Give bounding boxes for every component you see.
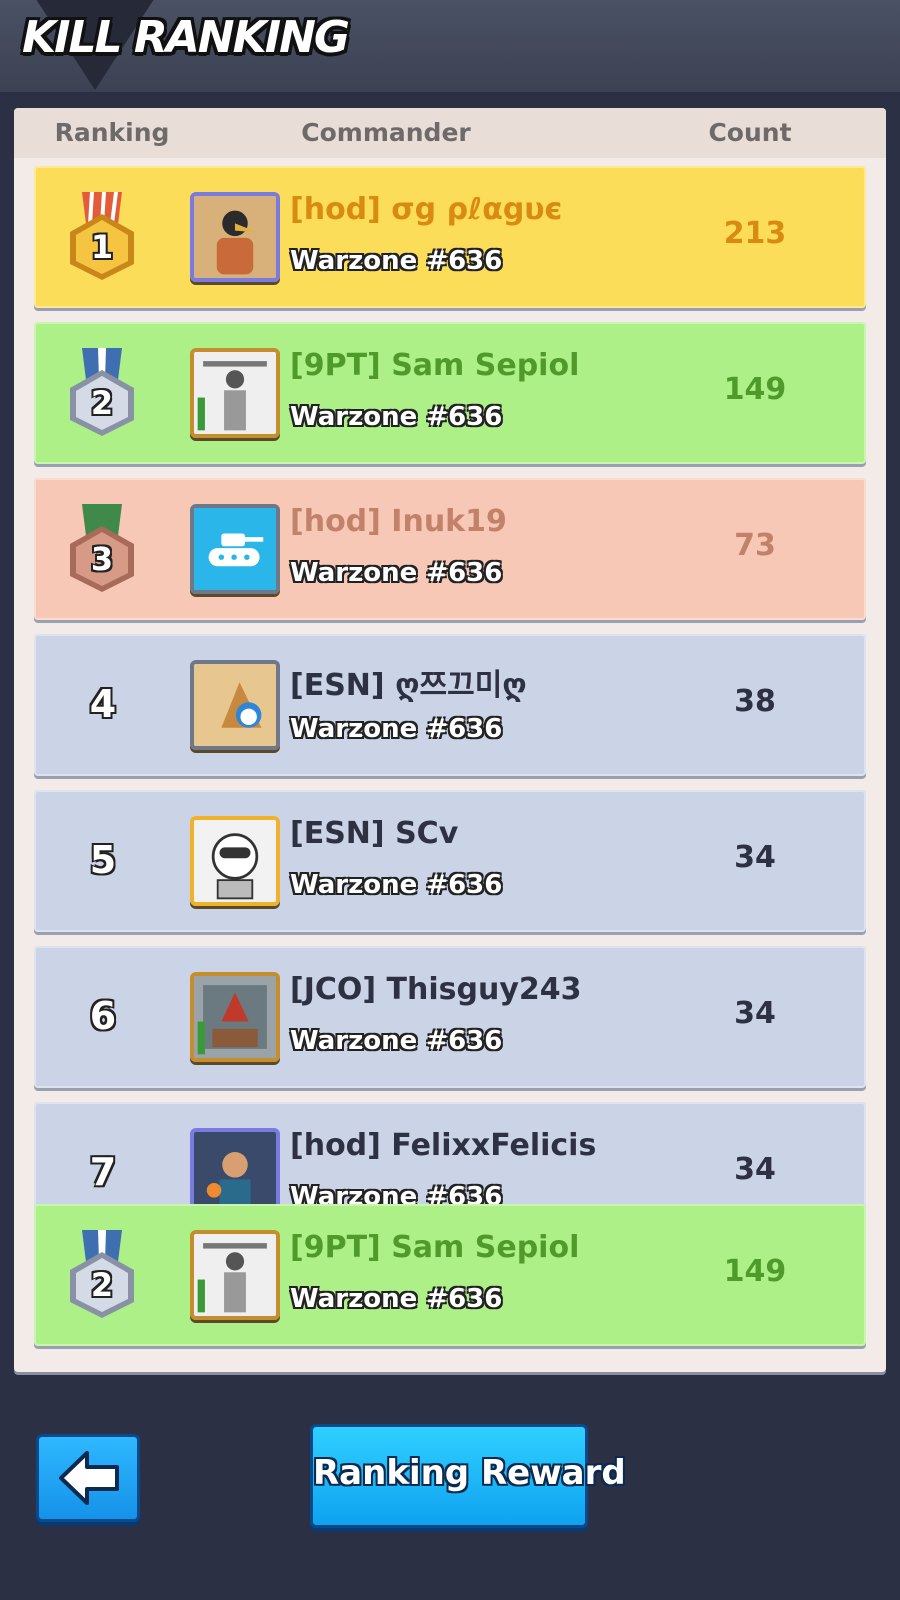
rank-number: 2 — [90, 384, 114, 422]
commander-warzone: Warzone #636 — [290, 1284, 503, 1314]
commander-warzone: Warzone #636 — [290, 714, 503, 744]
kill-count: 73 — [734, 528, 776, 563]
commander-name: [9PT] Sam Sepiol — [290, 348, 580, 383]
column-commander: Commander — [301, 118, 471, 147]
kill-count: 213 — [723, 216, 787, 251]
commander-warzone: Warzone #636 — [290, 1026, 503, 1056]
header-bar: KILL RANKING — [0, 0, 900, 92]
rank-number: 3 — [90, 540, 114, 578]
samurai-avatar-icon[interactable] — [190, 348, 280, 438]
back-button[interactable] — [36, 1434, 140, 1522]
commander-name: [9PT] Sam Sepiol — [290, 1230, 580, 1265]
kill-count: 149 — [723, 1254, 787, 1289]
my-ranking-row[interactable]: 2 [9PT] Sam Sepiol Warzone #636 149 — [34, 1204, 866, 1346]
ranking-row-1[interactable]: 1 [hod] σg ρℓαgυє Warzone #636 213 — [34, 166, 866, 308]
bird-warrior-avatar-icon[interactable] — [190, 192, 280, 282]
arrow-left-icon — [59, 1451, 119, 1505]
rank-number: 4 — [89, 682, 117, 726]
column-count: Count — [708, 118, 792, 147]
kill-count: 34 — [734, 996, 776, 1031]
tank-avatar-icon[interactable] — [190, 504, 280, 594]
silver-medal-icon: 2 — [62, 346, 142, 438]
rank-number: 1 — [90, 228, 114, 266]
rank-number: 7 — [89, 1150, 117, 1194]
ranking-row-6[interactable]: 6 [JCO] Thisguy243 Warzone #636 34 — [34, 946, 866, 1088]
silver-medal-icon: 2 — [62, 1228, 142, 1320]
gold-medal-icon: 1 — [62, 190, 142, 282]
ranking-row-2[interactable]: 2 [9PT] Sam Sepiol Warzone #636 149 — [34, 322, 866, 464]
commander-name: [hod] FelixxFelicis — [290, 1128, 597, 1163]
column-header: Ranking Commander Count — [14, 108, 886, 158]
kill-count: 34 — [734, 840, 776, 875]
rank-number: 6 — [89, 994, 117, 1038]
column-ranking: Ranking — [54, 118, 170, 147]
commander-warzone: Warzone #636 — [290, 402, 503, 432]
ranking-reward-button[interactable]: Ranking Reward — [310, 1424, 626, 1528]
ranking-row-4[interactable]: 4 [ESN] ღ쯔끄미ღ Warzone #636 38 — [34, 634, 866, 776]
ranking-list[interactable]: 1 [hod] σg ρℓαgυє Warzone #636 213 2 [9P… — [14, 158, 886, 1294]
rank-number: 2 — [90, 1266, 114, 1304]
ranking-row-3[interactable]: 3 [hod] Inuk19 Warzone #636 73 — [34, 478, 866, 620]
astronaut-avatar-icon[interactable] — [190, 816, 280, 906]
commander-name: [ESN] SCv — [290, 816, 459, 851]
commander-name: [ESN] ღ쯔끄미ღ — [290, 668, 527, 703]
commander-name: [hod] Inuk19 — [290, 504, 507, 539]
kill-count: 34 — [734, 1152, 776, 1187]
ranking-panel: Ranking Commander Count 1 [hod] σg ρℓαgυ… — [14, 108, 886, 1372]
commander-warzone: Warzone #636 — [290, 870, 503, 900]
samurai-avatar-icon[interactable] — [190, 1230, 280, 1320]
rank-number: 5 — [89, 838, 117, 882]
bronze-medal-icon: 3 — [62, 502, 142, 594]
pyramid-avatar-icon[interactable] — [190, 660, 280, 750]
ranking-reward-label: Ranking Reward — [313, 1453, 626, 1493]
ranking-row-5[interactable]: 5 [ESN] SCv Warzone #636 34 — [34, 790, 866, 932]
commander-warzone: Warzone #636 — [290, 246, 503, 276]
page-title: KILL RANKING — [22, 12, 350, 63]
kill-count: 149 — [723, 372, 787, 407]
kill-count: 38 — [734, 684, 776, 719]
commander-warzone: Warzone #636 — [290, 558, 503, 588]
commander-name: [hod] σg ρℓαgυє — [290, 192, 563, 227]
commander-name: [JCO] Thisguy243 — [290, 972, 582, 1007]
dragon-avatar-icon[interactable] — [190, 972, 280, 1062]
